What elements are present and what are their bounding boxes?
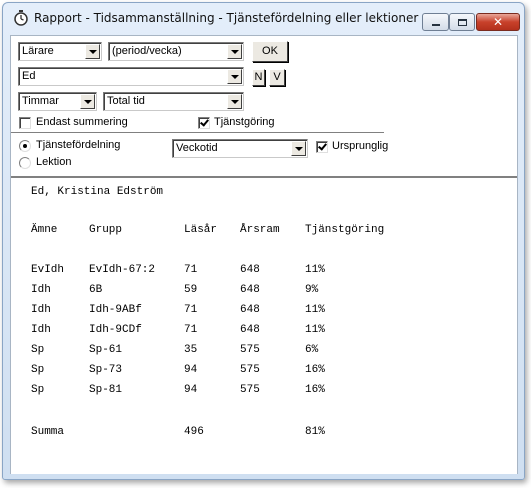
radio-tjanstefordelning[interactable]: [19, 140, 31, 152]
name-select[interactable]: Ed: [18, 67, 244, 86]
column-header-lasar: Läsår: [184, 224, 218, 236]
cell-arsram: 575: [240, 384, 260, 396]
cell-amne: Sp: [31, 364, 45, 376]
cell-lasar: 71: [184, 324, 198, 336]
cell-lasar: 59: [184, 284, 198, 296]
cell-amne: Idh: [31, 304, 51, 316]
cell-lasar: 35: [184, 344, 198, 356]
cell-arsram: 648: [240, 304, 260, 316]
ursprunglig-label[interactable]: Ursprunglig: [332, 140, 388, 152]
only-summary-checkbox[interactable]: [19, 117, 31, 129]
cell-amne: Idh: [31, 324, 51, 336]
cell-amne: Idh: [31, 284, 51, 296]
cell-arsram: 575: [240, 344, 260, 356]
tjanstgoring-label[interactable]: Tjänstgöring: [214, 116, 275, 128]
cell-lasar: 94: [184, 364, 198, 376]
cell-grupp: Sp-61: [89, 344, 123, 356]
cell-arsram: 575: [240, 364, 260, 376]
cell-amne: EvIdh: [31, 264, 65, 276]
stopwatch-icon: [14, 10, 28, 26]
cell-tjanstgoring: 16%: [305, 364, 325, 376]
summary-tjanstgoring: 81%: [305, 426, 325, 438]
cell-tjanstgoring: 9%: [305, 284, 319, 296]
cell-arsram: 648: [240, 264, 260, 276]
period-select-value: (period/vecka): [112, 45, 182, 57]
report-output: Ed, Kristina Edström Ämne Grupp Läsår År…: [11, 176, 517, 474]
cell-arsram: 648: [240, 284, 260, 296]
minimize-button[interactable]: [422, 13, 449, 31]
n-button[interactable]: N: [252, 69, 265, 86]
cell-tjanstgoring: 11%: [305, 324, 325, 336]
chevron-down-icon[interactable]: [80, 94, 95, 109]
v-button[interactable]: V: [269, 69, 285, 86]
chevron-down-icon[interactable]: [85, 44, 100, 59]
close-icon: ✕: [492, 15, 504, 29]
title-bar[interactable]: Rapport - Tidsammanställning - Tjänstefö…: [3, 3, 524, 33]
summary-lasar: 496: [184, 426, 204, 438]
category-select-value: Lärare: [22, 45, 54, 57]
cell-tjanstgoring: 11%: [305, 264, 325, 276]
cell-grupp: 6B: [89, 284, 103, 296]
cell-lasar: 94: [184, 384, 198, 396]
cell-grupp: Idh-9ABf: [89, 304, 142, 316]
cell-lasar: 71: [184, 304, 198, 316]
cell-tjanstgoring: 16%: [305, 384, 325, 396]
veckotid-select[interactable]: Veckotid: [172, 139, 308, 158]
radio-lektion-label[interactable]: Lektion: [36, 156, 71, 168]
time-select[interactable]: Total tid: [103, 92, 244, 111]
column-header-arsram: Årsram: [240, 224, 280, 236]
maximize-button[interactable]: [449, 13, 475, 31]
radio-tjanstefordelning-label[interactable]: Tjänstefördelning: [36, 139, 120, 151]
cell-grupp: Sp-73: [89, 364, 123, 376]
report-window: Rapport - Tidsammanställning - Tjänstefö…: [2, 2, 525, 480]
category-select[interactable]: Lärare: [18, 42, 102, 61]
close-button[interactable]: ✕: [476, 13, 520, 31]
summary-label: Summa: [31, 426, 65, 438]
ursprunglig-checkbox[interactable]: [316, 141, 328, 153]
period-select[interactable]: (period/vecka): [108, 42, 244, 61]
cell-amne: Sp: [31, 344, 45, 356]
cell-grupp: Idh-9CDf: [89, 324, 142, 336]
cell-amne: Sp: [31, 384, 45, 396]
unit-select[interactable]: Timmar: [18, 92, 97, 111]
tjanstgoring-checkbox[interactable]: [198, 117, 210, 129]
only-summary-label[interactable]: Endast summering: [36, 116, 128, 128]
time-select-value: Total tid: [107, 95, 145, 107]
radio-lektion[interactable]: [19, 157, 31, 169]
divider: [11, 132, 384, 134]
chevron-down-icon[interactable]: [227, 69, 242, 84]
minimize-icon: [432, 24, 440, 26]
column-header-grupp: Grupp: [89, 224, 123, 236]
veckotid-select-value: Veckotid: [176, 142, 218, 154]
name-select-value: Ed: [22, 70, 36, 82]
window-title: Rapport - Tidsammanställning - Tjänstefö…: [34, 11, 419, 25]
cell-arsram: 648: [240, 324, 260, 336]
cell-grupp: EvIdh-67:2: [89, 264, 156, 276]
ok-button[interactable]: OK: [252, 41, 288, 62]
chevron-down-icon[interactable]: [227, 94, 242, 109]
chevron-down-icon[interactable]: [227, 44, 242, 59]
client-area: Lärare (period/vecka) OK Ed N V Timmar T…: [10, 35, 518, 474]
report-heading: Ed, Kristina Edström: [31, 186, 164, 198]
maximize-icon: [458, 19, 467, 26]
column-header-tjanstgoring: Tjänstgöring: [305, 224, 385, 236]
cell-lasar: 71: [184, 264, 198, 276]
cell-tjanstgoring: 6%: [305, 344, 319, 356]
cell-tjanstgoring: 11%: [305, 304, 325, 316]
cell-grupp: Sp-81: [89, 384, 123, 396]
chevron-down-icon[interactable]: [291, 141, 306, 156]
column-header-amne: Ämne: [31, 224, 58, 236]
unit-select-value: Timmar: [22, 95, 59, 107]
